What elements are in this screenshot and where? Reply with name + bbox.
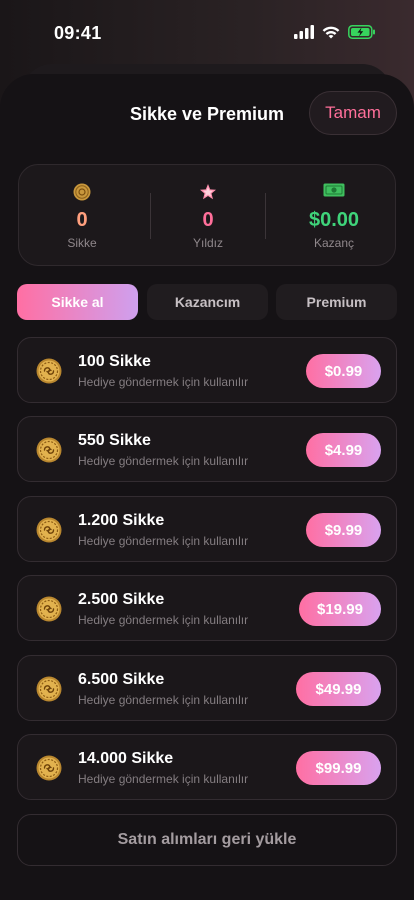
- coin-package-icon: [36, 676, 62, 702]
- gold-coin-icon: [36, 755, 62, 781]
- package-title: 1.200 Sikke: [78, 512, 165, 529]
- package-subtitle: Hediye göndermek için kullanılır: [78, 375, 249, 389]
- stat-stars: 0 Yıldız: [145, 165, 271, 265]
- package-title: 14.000 Sikke: [78, 750, 174, 767]
- tab-premium[interactable]: Premium: [276, 284, 397, 320]
- coin-package-card[interactable]: 1.200 Sikke Hediye göndermek için kullan…: [17, 496, 397, 562]
- gold-coin-icon: [36, 596, 62, 622]
- earnings-value: $0.00: [308, 209, 360, 231]
- balance-summary: 0 Sikke 0 Yıldız $0.00 Kazanç: [18, 164, 396, 266]
- coin-package-card[interactable]: 100 Sikke Hediye göndermek için kullanıl…: [17, 337, 397, 403]
- stat-coins: 0 Sikke: [19, 165, 145, 265]
- tab-earnings[interactable]: Kazancım: [147, 284, 268, 320]
- battery-charging-icon: [348, 25, 375, 39]
- coin-package-card[interactable]: 14.000 Sikke Hediye göndermek için kulla…: [17, 734, 397, 800]
- status-icons: [294, 25, 376, 39]
- package-title: 6.500 Sikke: [78, 671, 165, 688]
- coin-package-card[interactable]: 6.500 Sikke Hediye göndermek için kullan…: [17, 655, 397, 721]
- package-price-button[interactable]: $19.99: [299, 592, 381, 626]
- package-price-button[interactable]: $9.99: [306, 513, 381, 547]
- gold-coin-icon: [36, 676, 62, 702]
- package-subtitle: Hediye göndermek için kullanılır: [78, 693, 249, 707]
- package-subtitle: Hediye göndermek için kullanılır: [78, 454, 249, 468]
- package-subtitle: Hediye göndermek için kullanılır: [78, 534, 249, 548]
- coin-icon: [73, 183, 91, 201]
- coin-package-icon: [36, 358, 62, 384]
- gold-coin-icon: [36, 437, 62, 463]
- package-price-button[interactable]: $99.99: [296, 751, 381, 785]
- package-price-button[interactable]: $0.99: [306, 354, 381, 388]
- stat-divider: [265, 193, 266, 239]
- wifi-icon: [322, 26, 340, 39]
- coins-label: Sikke: [67, 236, 97, 250]
- package-title: 550 Sikke: [78, 432, 151, 449]
- coin-package-icon: [36, 437, 62, 463]
- status-time: 09:41: [54, 23, 102, 43]
- tab-bar: Sikke al Kazancım Premium: [17, 284, 397, 320]
- stars-label: Yıldız: [192, 236, 223, 250]
- package-price-button[interactable]: $4.99: [306, 433, 381, 467]
- coin-package-card[interactable]: 2.500 Sikke Hediye göndermek için kullan…: [17, 575, 397, 641]
- coin-package-icon: [36, 755, 62, 781]
- gold-coin-icon: [36, 517, 62, 543]
- cash-icon: [323, 183, 345, 197]
- cellular-signal-icon: [294, 25, 314, 39]
- package-price-button[interactable]: $49.99: [296, 672, 381, 706]
- earnings-label: Kazanç: [313, 236, 355, 250]
- stat-earnings: $0.00 Kazanç: [271, 165, 397, 265]
- coins-value: 0: [76, 209, 88, 231]
- package-subtitle: Hediye göndermek için kullanılır: [78, 772, 249, 786]
- gold-coin-icon: [36, 358, 62, 384]
- coin-package-card[interactable]: 550 Sikke Hediye göndermek için kullanıl…: [17, 416, 397, 482]
- star-icon: [200, 184, 216, 200]
- coin-package-icon: [36, 517, 62, 543]
- stars-value: 0: [202, 209, 214, 231]
- tab-buy-coins[interactable]: Sikke al: [17, 284, 138, 320]
- done-button[interactable]: Tamam: [309, 91, 397, 135]
- package-title: 100 Sikke: [78, 353, 151, 370]
- package-subtitle: Hediye göndermek için kullanılır: [78, 613, 249, 627]
- restore-purchases-button[interactable]: Satın alımları geri yükle: [17, 814, 397, 866]
- status-bar: 09:41: [0, 0, 414, 66]
- package-title: 2.500 Sikke: [78, 591, 165, 608]
- coins-premium-sheet: Sikke ve Premium Tamam 0 Sikke 0 Yıldız: [0, 74, 414, 900]
- coin-package-icon: [36, 596, 62, 622]
